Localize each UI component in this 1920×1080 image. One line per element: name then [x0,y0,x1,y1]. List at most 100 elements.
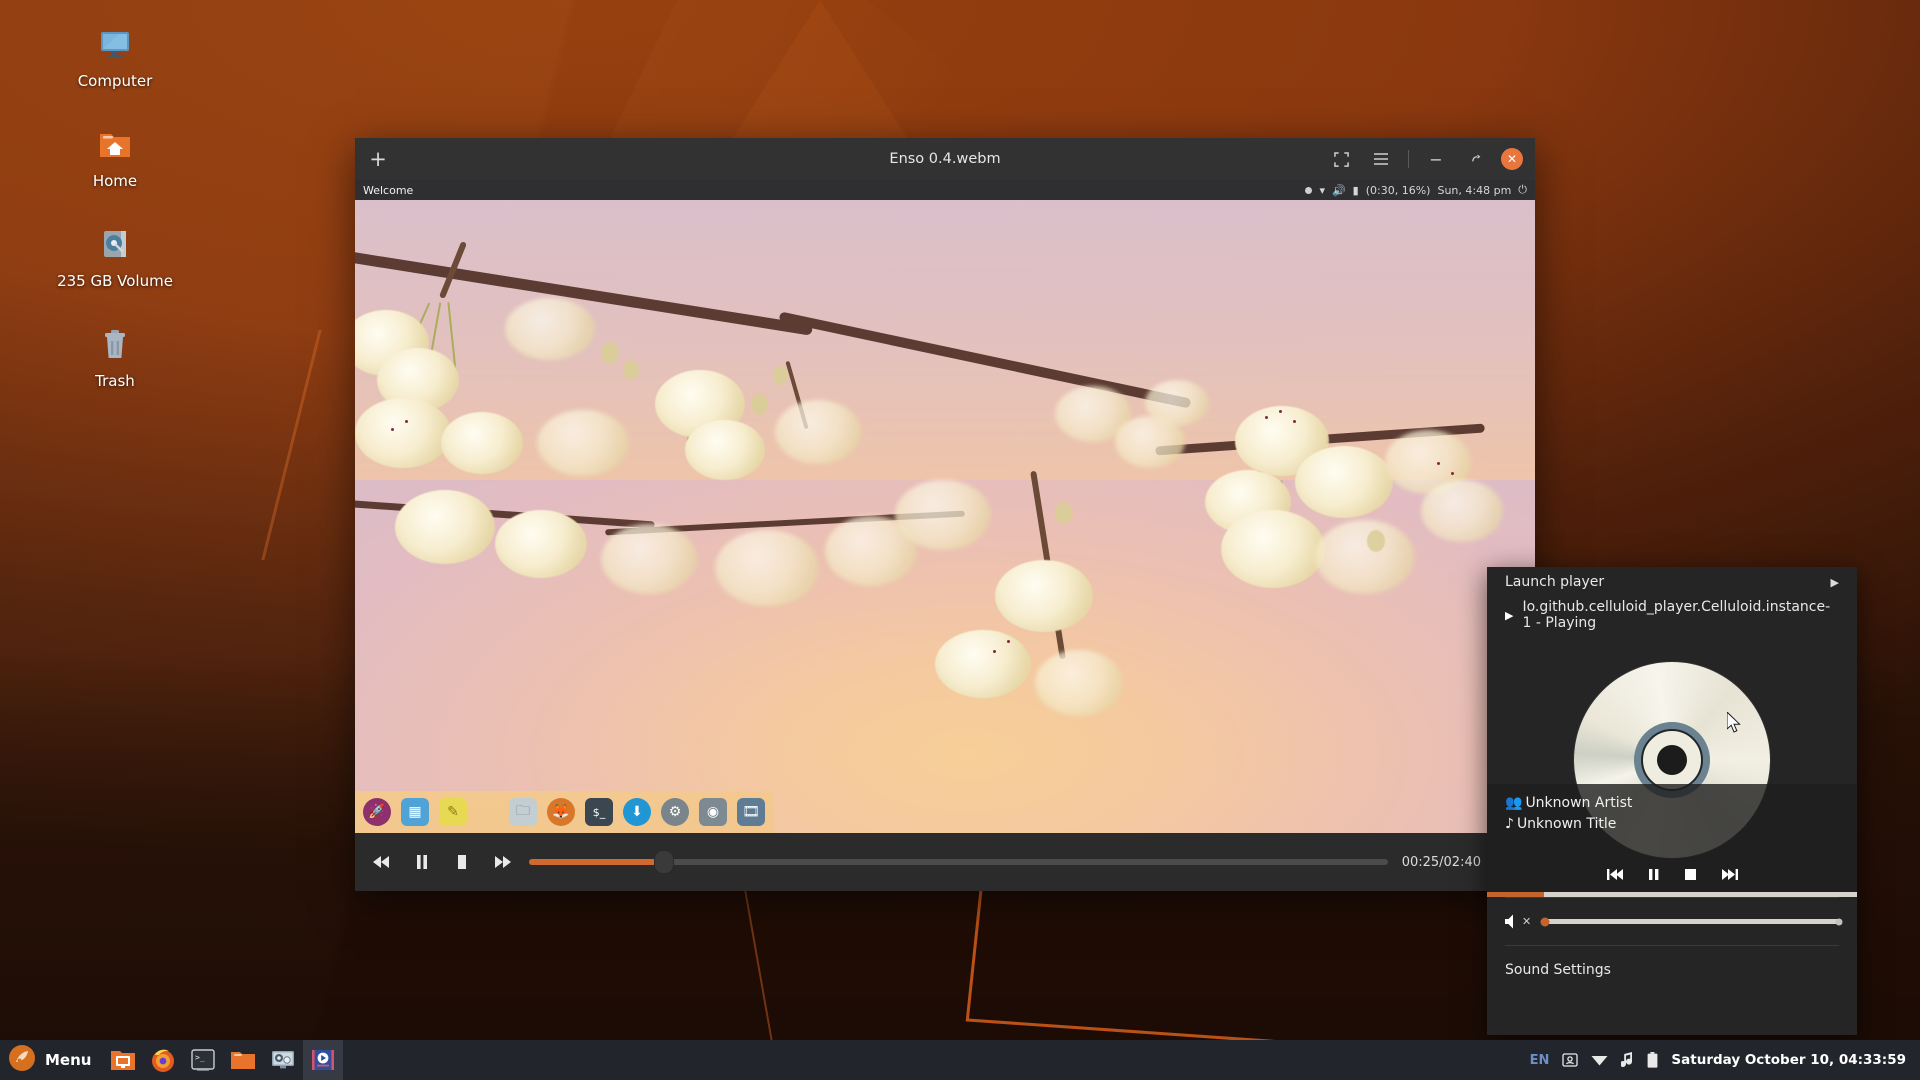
home-folder-icon [93,122,137,166]
hard-drive-icon [93,222,137,266]
terminal-icon[interactable]: $_ [585,798,613,826]
trash-icon [93,322,137,366]
taskbar-celluloid-player-icon[interactable] [303,1040,344,1080]
system-tray: EN Saturday October 10, 04:33:59 [1530,1052,1920,1068]
fast-forward-icon[interactable] [489,849,515,875]
volume-slider[interactable] [1540,917,1843,926]
stop-icon[interactable] [449,849,475,875]
rocket-launcher-icon[interactable]: 🚀 [363,798,391,826]
taskbar-terminal-icon[interactable]: >_ [183,1040,223,1080]
desktop-icon-computer[interactable]: Computer [50,22,180,90]
desktop-icon-label: 235 GB Volume [57,272,173,290]
sound-applet-panel: Launch player ▶ ▶ Io.github.celluloid_pl… [1487,567,1857,1035]
player-control-bar: 00:25/02:40 [355,833,1535,891]
titlebar-divider [1408,150,1409,168]
network-wifi-icon[interactable] [1591,1053,1608,1067]
close-button[interactable]: ✕ [1501,148,1523,170]
desktop-icon-trash[interactable]: Trash [50,322,180,390]
stop-icon[interactable] [1684,869,1696,884]
player-instance-row[interactable]: ▶ Io.github.celluloid_player.Celluloid.i… [1487,597,1857,640]
track-metadata: 👥 Unknown Artist ♪ Unknown Title [1505,793,1632,834]
launch-player-label: Launch player [1505,574,1605,590]
desktop-icon-label: Home [92,172,138,190]
inner-clock: Sun, 4:48 pm [1437,183,1512,197]
taskbar-firefox-icon[interactable] [143,1040,183,1080]
play-triangle-icon: ▶ [1505,608,1514,622]
media-player-icon[interactable]: 🎞 [737,798,765,826]
title-line: ♪ Unknown Title [1505,814,1632,834]
volume-row: ✕ [1487,898,1857,945]
media-note-icon[interactable] [1621,1052,1634,1068]
svg-text:>_: >_ [195,1053,205,1062]
artist-line: 👥 Unknown Artist [1505,793,1632,813]
start-menu-button[interactable]: Menu [0,1040,103,1080]
fullscreen-icon[interactable] [1322,138,1360,180]
inner-status-text: (0:30, 16%) [1365,183,1431,197]
media-progress-bar[interactable] [1487,892,1857,897]
record-dot-icon [1305,186,1313,194]
files-icon[interactable]: 🗀 [509,798,537,826]
video-frame [355,180,1535,833]
title-label: Unknown Title [1516,815,1617,832]
user-account-icon[interactable] [1562,1052,1579,1068]
transport-controls [1487,869,1857,884]
volume-muted-icon[interactable]: ✕ [1505,914,1531,929]
taskbar: Menu >_ EN Saturday October 10, 04:33:59 [0,1040,1920,1080]
workspace-switcher-icon[interactable]: ▦ [401,798,429,826]
mint-menu-icon [8,1044,36,1076]
drive-sync-icon[interactable]: ◉ [699,798,727,826]
download-icon[interactable]: ⬇ [623,798,651,826]
rewind-icon[interactable] [369,849,395,875]
seek-slider[interactable] [529,849,1388,875]
computer-monitor-icon [93,22,137,66]
inner-workspace-label: Welcome [363,183,414,197]
launch-player-row[interactable]: Launch player ▶ [1487,567,1857,597]
keyboard-layout-indicator[interactable]: EN [1530,1053,1550,1068]
seek-knob[interactable] [653,850,674,874]
settings-gear-icon[interactable]: ⚙ [661,798,689,826]
desktop-icon-label: Computer [77,72,153,90]
notes-icon[interactable]: ✎ [439,798,467,826]
inner-dock: 🚀 ▦ ✎ 🗀 🦊 $_ ⬇ ⚙ ◉ 🎞 [355,791,773,833]
skip-previous-icon[interactable] [1606,869,1623,884]
disc-hole [1657,745,1687,775]
restore-button[interactable] [1457,138,1495,180]
time-label: 00:25/02:40 [1401,854,1481,870]
sound-settings-row[interactable]: Sound Settings [1487,946,1857,985]
desktop-icon-home[interactable]: Home [50,122,180,190]
window-titlebar[interactable]: + Enso 0.4.webm − ✕ [355,138,1535,180]
inner-workspace-bar: Welcome ▾ 🔊 ▮ (0:30, 16%) Sun, 4:48 pm ⏻ [355,180,1535,200]
desktop-icon-label: Trash [95,372,135,390]
desktop-icon-volume[interactable]: 235 GB Volume [50,222,180,290]
minimize-button[interactable]: − [1417,138,1455,180]
video-player-window: + Enso 0.4.webm − ✕ Welcome ▾ 🔊 ▮ (0:30,… [355,138,1535,891]
start-menu-label: Menu [45,1051,92,1069]
hamburger-menu-icon[interactable] [1362,138,1400,180]
artist-people-icon: 👥 [1505,795,1523,812]
taskbar-show-desktop-icon[interactable] [103,1040,143,1080]
video-stage[interactable]: Welcome ▾ 🔊 ▮ (0:30, 16%) Sun, 4:48 pm ⏻… [355,180,1535,833]
album-art-area: 👥 Unknown Artist ♪ Unknown Title [1487,640,1857,892]
taskbar-file-manager-icon[interactable] [223,1040,263,1080]
taskbar-screen-recorder-icon[interactable] [263,1040,303,1080]
volume-knob[interactable] [1540,917,1550,926]
music-note-icon: ♪ [1505,815,1514,832]
volume-icon: 🔊 [1331,183,1346,197]
battery-icon[interactable] [1647,1052,1658,1068]
media-progress-fill [1487,892,1545,897]
pause-icon[interactable] [409,849,435,875]
pause-icon[interactable] [1648,869,1659,884]
volume-slider-end [1835,918,1843,925]
firefox-icon[interactable]: 🦊 [547,798,575,826]
battery-icon: ▮ [1352,183,1359,197]
player-instance-label: Io.github.celluloid_player.Celluloid.ins… [1522,599,1831,631]
artist-label: Unknown Artist [1525,795,1633,812]
new-tab-button[interactable]: + [355,138,401,180]
dropbox-icon: ▾ [1319,183,1325,197]
sound-settings-label: Sound Settings [1505,962,1611,978]
taskbar-clock[interactable]: Saturday October 10, 04:33:59 [1671,1052,1906,1068]
chevron-right-icon: ▶ [1830,575,1839,589]
seek-fill [529,859,663,865]
skip-next-icon[interactable] [1721,869,1738,884]
power-icon: ⏻ [1518,183,1527,196]
